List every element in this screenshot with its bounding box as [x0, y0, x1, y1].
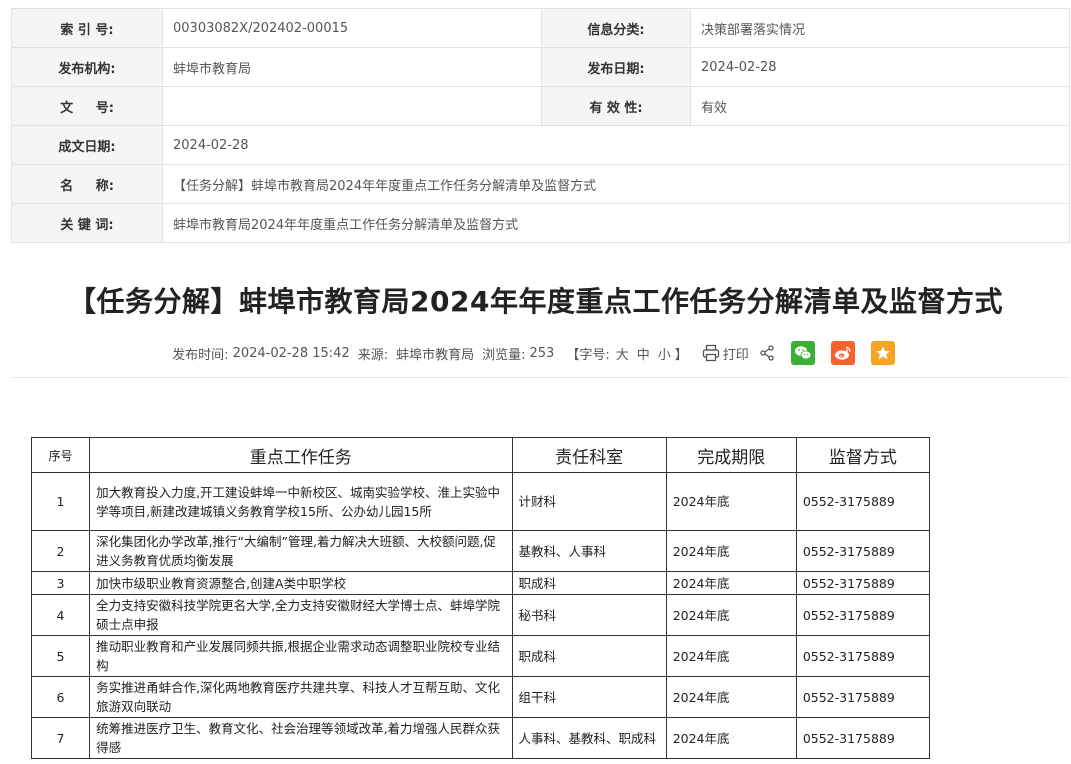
row-dept: 职成科 [511, 635, 667, 677]
favorite-icon [875, 346, 890, 360]
name-value: 【任务分解】蚌埠市教育局2024年年度重点工作任务分解清单及监督方式 [162, 164, 1070, 204]
table-row: 2 深化集团化办学改革,推行“大编制”管理,着力解决大班额、大校额问题,促进义务… [30, 530, 931, 572]
row-no: 2 [30, 530, 91, 572]
share-button[interactable] [759, 345, 775, 361]
column-header-dept: 责任科室 [511, 437, 667, 473]
row-dept: 计财科 [511, 472, 667, 531]
keywords-label: 关 键 词: [11, 203, 163, 243]
index-value: 00303082X/202402-00015 [162, 8, 542, 48]
row-supervision: 0552-3175889 [795, 571, 931, 595]
keywords-value: 蚌埠市教育局2024年年度重点工作任务分解清单及监督方式 [162, 203, 1070, 243]
table-row: 7 统筹推进医疗卫生、教育文化、社会治理等领域改革,着力增强人民群众获得感 人事… [30, 717, 931, 759]
meta-row: 成文日期: 2024-02-28 [11, 125, 1070, 165]
docno-label: 文 号: [11, 86, 163, 126]
row-dept: 组干科 [511, 676, 667, 718]
meta-table: 索 引 号: 00303082X/202402-00015 信息分类: 决策部署… [11, 8, 1070, 243]
favorite-button[interactable] [870, 341, 895, 365]
row-no: 6 [30, 676, 91, 718]
column-header-task: 重点工作任务 [89, 437, 513, 473]
row-deadline: 2024年底 [665, 717, 797, 759]
publisher-value: 蚌埠市教育局 [162, 47, 542, 87]
column-header-no: 序号 [30, 437, 91, 473]
publish-time-value: 2024-02-28 15:42 [232, 345, 350, 361]
views-value: 253 [529, 345, 555, 361]
row-supervision: 0552-3175889 [795, 635, 931, 677]
row-no: 4 [30, 594, 91, 636]
row-task: 深化集团化办学改革,推行“大编制”管理,着力解决大班额、大校额问题,促进义务教育… [89, 530, 513, 572]
meta-row: 发布机构: 蚌埠市教育局 发布日期: 2024-02-28 [11, 47, 1070, 87]
row-deadline: 2024年底 [665, 530, 797, 572]
validity-label: 有 效 性: [541, 86, 691, 126]
column-header-supervision: 监督方式 [795, 437, 931, 473]
row-deadline: 2024年底 [665, 472, 797, 531]
category-value: 决策部署落实情况 [690, 8, 1070, 48]
fontsize-medium-button[interactable]: 中 [637, 344, 650, 363]
print-button[interactable]: 打印 [702, 344, 749, 363]
row-dept: 人事科、基教科、职成科 [511, 717, 667, 759]
docno-value [162, 86, 542, 126]
pubdate-label: 发布日期: [541, 47, 691, 87]
meta-row: 关 键 词: 蚌埠市教育局2024年年度重点工作任务分解清单及监督方式 [11, 203, 1070, 243]
table-row: 6 务实推进甬蚌合作,深化两地教育医疗共建共享、科技人才互帮互助、文化旅游双向联… [30, 676, 931, 718]
source-value: 蚌埠市教育局 [396, 347, 475, 363]
name-label: 名 称: [11, 164, 163, 204]
created-label: 成文日期: [11, 125, 163, 165]
meta-row: 名 称: 【任务分解】蚌埠市教育局2024年年度重点工作任务分解清单及监督方式 [11, 164, 1070, 204]
index-label: 索 引 号: [11, 8, 163, 48]
row-task: 全力支持安徽科技学院更名大学,全力支持安徽财经大学博士点、蚌埠学院硕士点申报 [89, 594, 513, 636]
weibo-icon [834, 346, 851, 360]
meta-row: 索 引 号: 00303082X/202402-00015 信息分类: 决策部署… [11, 8, 1070, 48]
fontsize-small-button[interactable]: 小 [658, 344, 671, 363]
print-icon [702, 344, 719, 362]
row-deadline: 2024年底 [665, 571, 797, 595]
fontsize-large-button[interactable]: 大 [616, 344, 629, 363]
share-icon [760, 345, 774, 361]
table-row: 4 全力支持安徽科技学院更名大学,全力支持安徽财经大学博士点、蚌埠学院硕士点申报… [30, 594, 931, 636]
category-label: 信息分类: [541, 8, 691, 48]
row-deadline: 2024年底 [665, 635, 797, 677]
meta-row: 文 号: 有 效 性: 有效 [11, 86, 1070, 126]
validity-value: 有效 [690, 86, 1070, 126]
row-task: 统筹推进医疗卫生、教育文化、社会治理等领域改革,着力增强人民群众获得感 [89, 717, 513, 759]
source-label: 来源: [357, 347, 389, 363]
pubdate-value: 2024-02-28 [690, 47, 1070, 87]
table-row: 1 加大教育投入力度,开工建设蚌埠一中新校区、城南实验学校、淮上实验中学等项目,… [30, 472, 931, 531]
row-dept: 秘书科 [511, 594, 667, 636]
publisher-label: 发布机构: [11, 47, 163, 87]
table-row: 5 推动职业教育和产业发展同频共振,根据企业需求动态调整职业院校专业结构 职成科… [30, 635, 931, 677]
column-header-deadline: 完成期限 [665, 437, 797, 473]
views-label: 浏览量: [482, 347, 526, 363]
row-deadline: 2024年底 [665, 594, 797, 636]
fontsize-close: 】 [674, 347, 688, 363]
row-no: 1 [30, 472, 91, 531]
row-task: 推动职业教育和产业发展同频共振,根据企业需求动态调整职业院校专业结构 [89, 635, 513, 677]
row-supervision: 0552-3175889 [795, 472, 931, 531]
row-dept: 职成科 [511, 571, 667, 595]
row-task: 加快市级职业教育资源整合,创建A类中职学校 [89, 571, 513, 595]
row-no: 3 [30, 571, 91, 595]
row-deadline: 2024年底 [665, 676, 797, 718]
print-label: 打印 [722, 347, 749, 363]
wechat-share-button[interactable] [790, 341, 815, 365]
created-value: 2024-02-28 [162, 125, 1070, 165]
row-no: 7 [30, 717, 91, 759]
row-no: 5 [30, 635, 91, 677]
row-supervision: 0552-3175889 [795, 530, 931, 572]
task-table-header: 序号 重点工作任务 责任科室 完成期限 监督方式 [30, 437, 931, 473]
article-info-bar: 发布时间: 2024-02-28 15:42 来源: 蚌埠市教育局 浏览量: 2… [0, 339, 1071, 367]
row-supervision: 0552-3175889 [795, 676, 931, 718]
wechat-icon [794, 346, 812, 360]
task-table: 序号 重点工作任务 责任科室 完成期限 监督方式 1 加大教育投入力度,开工建设… [30, 437, 931, 759]
divider [11, 377, 1069, 378]
publish-time-label: 发布时间: [172, 347, 229, 363]
row-task: 务实推进甬蚌合作,深化两地教育医疗共建共享、科技人才互帮互助、文化旅游双向联动 [89, 676, 513, 718]
row-dept: 基教科、人事科 [511, 530, 667, 572]
row-supervision: 0552-3175889 [795, 717, 931, 759]
row-task: 加大教育投入力度,开工建设蚌埠一中新校区、城南实验学校、淮上实验中学等项目,新建… [89, 472, 513, 531]
table-row: 3 加快市级职业教育资源整合,创建A类中职学校 职成科 2024年底 0552-… [30, 571, 931, 595]
row-supervision: 0552-3175889 [795, 594, 931, 636]
page-title: 【任务分解】蚌埠市教育局2024年年度重点工作任务分解清单及监督方式 [68, 285, 1003, 318]
weibo-share-button[interactable] [830, 341, 855, 365]
fontsize-open: 【字号: [566, 347, 610, 363]
